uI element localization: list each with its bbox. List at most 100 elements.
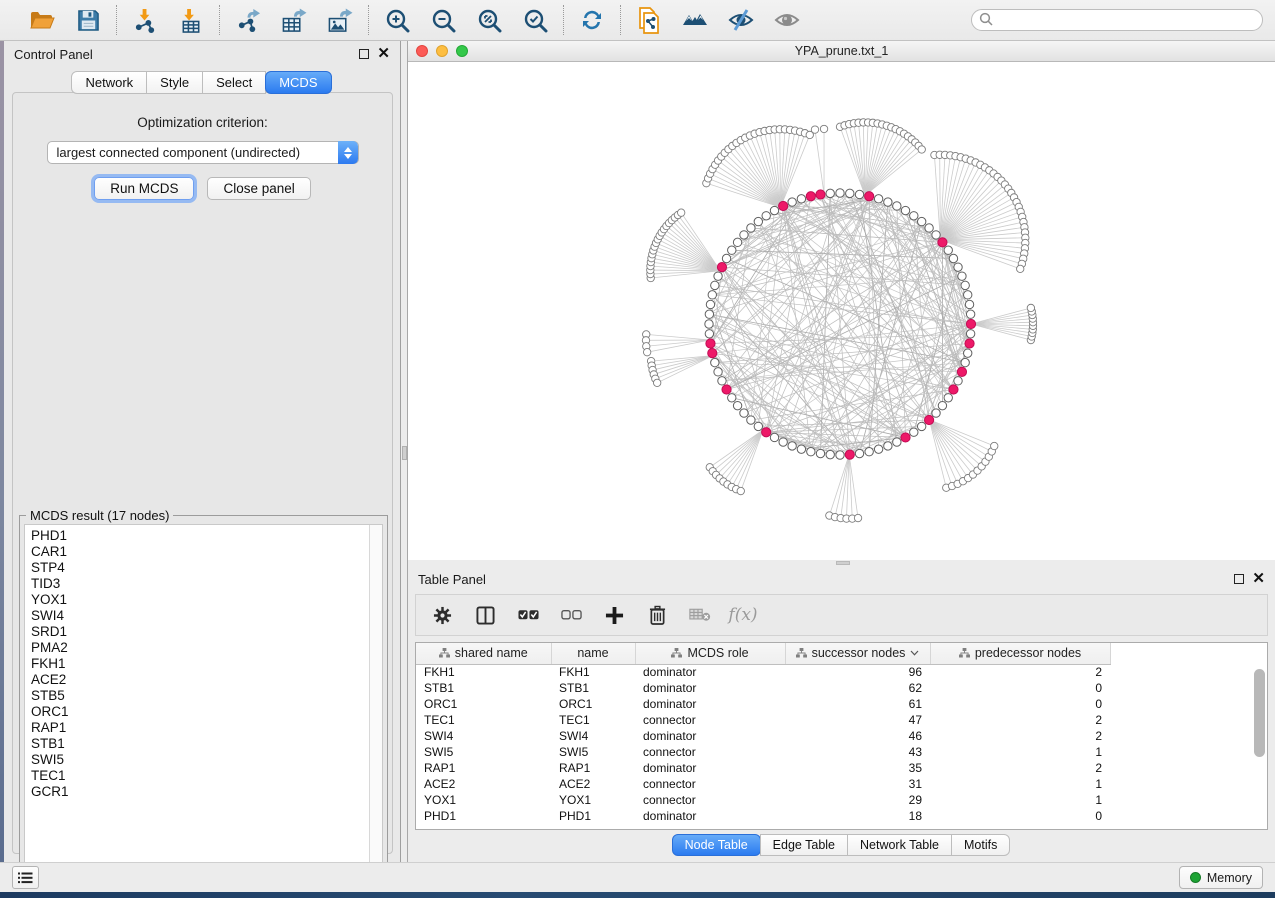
graph-node[interactable] — [728, 394, 736, 402]
node-table-container[interactable]: shared namenameMCDS rolesuccessor nodesp… — [415, 642, 1268, 830]
tab-network-table[interactable]: Network Table — [847, 834, 952, 856]
tab-select[interactable]: Select — [202, 71, 266, 94]
table-row[interactable]: SWI4SWI4dominator462 — [416, 728, 1110, 744]
mcds-graph-node[interactable] — [966, 319, 975, 328]
open-session-icon[interactable] — [28, 6, 56, 34]
mcds-graph-node[interactable] — [816, 190, 825, 199]
graph-node[interactable] — [705, 310, 713, 318]
graph-node[interactable] — [733, 238, 741, 246]
graph-node[interactable] — [737, 487, 744, 494]
graph-node[interactable] — [711, 281, 719, 289]
graph-node[interactable] — [855, 449, 863, 457]
graph-node[interactable] — [826, 189, 834, 197]
graph-node[interactable] — [958, 272, 966, 280]
graph-node[interactable] — [966, 310, 974, 318]
table-row[interactable]: SWI5SWI5connector431 — [416, 744, 1110, 760]
tab-motifs[interactable]: Motifs — [951, 834, 1010, 856]
graph-node[interactable] — [944, 246, 952, 254]
zoom-selected-icon[interactable] — [521, 6, 549, 34]
graph-node[interactable] — [826, 450, 834, 458]
table-row[interactable]: PHD1PHD1dominator180 — [416, 808, 1110, 824]
mcds-result-item[interactable]: GCR1 — [31, 784, 382, 800]
graph-node[interactable] — [961, 358, 969, 366]
graph-node[interactable] — [917, 422, 925, 430]
graph-node[interactable] — [740, 231, 748, 239]
mcds-graph-node[interactable] — [925, 415, 934, 424]
close-panel-button[interactable]: Close panel — [207, 177, 310, 200]
graph-node[interactable] — [893, 438, 901, 446]
show-details-eye-icon[interactable] — [773, 6, 801, 34]
graph-node[interactable] — [964, 349, 972, 357]
mcds-result-item[interactable]: SWI4 — [31, 608, 382, 624]
mcds-graph-node[interactable] — [957, 367, 966, 376]
graph-node[interactable] — [653, 379, 660, 386]
graph-node[interactable] — [762, 212, 770, 220]
graph-node[interactable] — [874, 445, 882, 453]
graph-node[interactable] — [991, 442, 998, 449]
graph-node[interactable] — [706, 300, 714, 308]
mcds-result-item[interactable]: STB1 — [31, 736, 382, 752]
graph-node[interactable] — [807, 448, 815, 456]
table-row[interactable]: STB1STB1dominator620 — [416, 680, 1110, 696]
graph-node[interactable] — [643, 348, 650, 355]
graph-node[interactable] — [747, 224, 755, 232]
mcds-graph-node[interactable] — [806, 192, 815, 201]
save-session-icon[interactable] — [74, 6, 102, 34]
graph-node[interactable] — [705, 330, 713, 338]
run-mcds-button[interactable]: Run MCDS — [94, 177, 194, 200]
graph-node[interactable] — [846, 189, 854, 197]
export-network-icon[interactable] — [234, 6, 262, 34]
mcds-graph-node[interactable] — [965, 339, 974, 348]
graph-node[interactable] — [954, 263, 962, 271]
graph-node[interactable] — [949, 254, 957, 262]
search-box[interactable] — [971, 9, 1263, 31]
mcds-result-item[interactable]: STB5 — [31, 688, 382, 704]
table-row[interactable]: TEC1TEC1connector472 — [416, 712, 1110, 728]
hide-details-eye-slash-icon[interactable] — [727, 6, 755, 34]
settings-gear-icon[interactable] — [431, 604, 453, 626]
graph-node[interactable] — [714, 272, 722, 280]
graph-node[interactable] — [964, 291, 972, 299]
graph-node[interactable] — [910, 212, 918, 220]
graph-node[interactable] — [754, 217, 762, 225]
graph-node[interactable] — [932, 231, 940, 239]
graph-node[interactable] — [917, 217, 925, 225]
mcds-graph-node[interactable] — [717, 263, 726, 272]
mcds-graph-node[interactable] — [938, 238, 947, 247]
mcds-result-item[interactable]: FKH1 — [31, 656, 382, 672]
delete-column-icon[interactable] — [646, 604, 668, 626]
graph-node[interactable] — [747, 416, 755, 424]
graph-node[interactable] — [797, 445, 805, 453]
graph-node[interactable] — [918, 146, 925, 153]
graph-node[interactable] — [1017, 265, 1024, 272]
column-header-MCDS-role[interactable]: MCDS role — [635, 643, 785, 664]
graph-node[interactable] — [788, 442, 796, 450]
mcds-graph-node[interactable] — [722, 385, 731, 394]
add-column-icon[interactable] — [603, 604, 625, 626]
table-row[interactable]: RAP1RAP1dominator352 — [416, 760, 1110, 776]
zoom-out-icon[interactable] — [429, 6, 457, 34]
close-panel-icon[interactable]: ✕ — [377, 49, 390, 59]
mcds-result-item[interactable]: CAR1 — [31, 544, 382, 560]
graph-node[interactable] — [811, 126, 818, 133]
column-header-successor-nodes[interactable]: successor nodes — [785, 643, 930, 664]
mcds-graph-node[interactable] — [779, 201, 788, 210]
graph-node[interactable] — [865, 448, 873, 456]
table-row[interactable]: ORC1ORC1dominator610 — [416, 696, 1110, 712]
column-header-shared-name[interactable]: shared name — [416, 643, 551, 664]
graph-node[interactable] — [718, 377, 726, 385]
mcds-result-item[interactable]: ORC1 — [31, 704, 382, 720]
tab-style[interactable]: Style — [146, 71, 203, 94]
graph-node[interactable] — [965, 300, 973, 308]
graph-node[interactable] — [711, 358, 719, 366]
mcds-graph-node[interactable] — [949, 385, 958, 394]
mcds-result-list[interactable]: PHD1CAR1STP4TID3YOX1SWI4SRD1PMA2FKH1ACE2… — [24, 524, 383, 878]
mcds-result-item[interactable]: TEC1 — [31, 768, 382, 784]
graph-node[interactable] — [855, 190, 863, 198]
mcds-result-item[interactable]: RAP1 — [31, 720, 382, 736]
mcds-result-item[interactable]: STP4 — [31, 560, 382, 576]
mcds-result-item[interactable]: TID3 — [31, 576, 382, 592]
mcds-graph-node[interactable] — [901, 433, 910, 442]
graph-node[interactable] — [854, 514, 861, 521]
graph-node[interactable] — [836, 189, 844, 197]
